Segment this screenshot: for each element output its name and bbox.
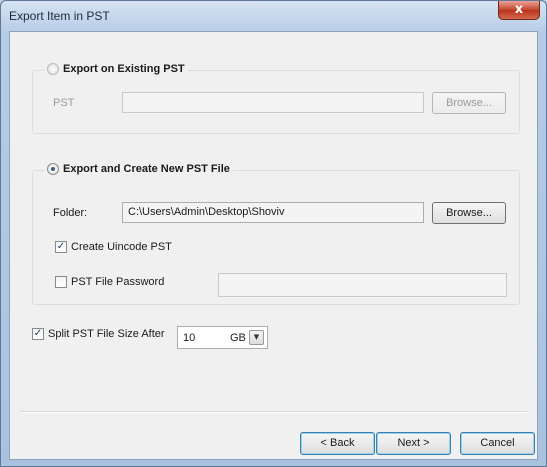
title-bar[interactable]: Export Item in PST x <box>1 1 546 31</box>
pst-password-input[interactable] <box>218 273 507 297</box>
window-title: Export Item in PST <box>9 9 110 23</box>
pst-label: PST <box>53 97 75 109</box>
folder-path-input[interactable]: C:\Users\Admin\Desktop\Shoviv <box>122 202 424 223</box>
dialog-content: Export on Existing PST PST Browse... Exp… <box>9 31 538 460</box>
create-pst-radio[interactable] <box>47 163 59 175</box>
existing-pst-radio[interactable] <box>47 63 59 75</box>
split-unit-value: GB <box>230 331 246 344</box>
next-button[interactable]: Next > <box>376 432 451 455</box>
pst-password-label: PST File Password <box>71 276 165 288</box>
split-pst-option[interactable]: ✓ Split PST File Size After <box>32 328 165 340</box>
create-pst-legend[interactable]: Export and Create New PST File <box>44 163 233 175</box>
unicode-pst-label: Create Uincode PST <box>71 241 172 253</box>
existing-pst-legend-label: Export on Existing PST <box>63 63 185 75</box>
pst-password-checkbox[interactable] <box>55 276 67 288</box>
footer-separator <box>20 411 527 413</box>
pst-path-input[interactable] <box>122 92 424 113</box>
cancel-button[interactable]: Cancel <box>460 432 535 455</box>
export-dialog-window: Export Item in PST x Export on Existing … <box>0 0 547 467</box>
split-unit-select[interactable]: GB ▼ <box>226 326 268 349</box>
folder-browse-button[interactable]: Browse... <box>432 202 506 224</box>
existing-browse-button[interactable]: Browse... <box>432 92 506 114</box>
pst-password-option[interactable]: PST File Password <box>55 276 164 288</box>
back-button[interactable]: < Back <box>300 432 375 455</box>
unicode-pst-checkbox[interactable]: ✓ <box>55 241 67 253</box>
split-pst-checkbox[interactable]: ✓ <box>32 328 44 340</box>
close-button[interactable]: x <box>498 1 540 20</box>
existing-pst-legend[interactable]: Export on Existing PST <box>44 63 188 75</box>
close-icon: x <box>514 2 524 17</box>
split-pst-label: Split PST File Size After <box>48 328 165 340</box>
unicode-pst-option[interactable]: ✓ Create Uincode PST <box>55 241 172 253</box>
create-pst-legend-label: Export and Create New PST File <box>63 163 230 175</box>
chevron-down-icon[interactable]: ▼ <box>248 330 264 345</box>
split-size-input[interactable]: 10 <box>177 326 229 349</box>
folder-label: Folder: <box>53 207 88 219</box>
